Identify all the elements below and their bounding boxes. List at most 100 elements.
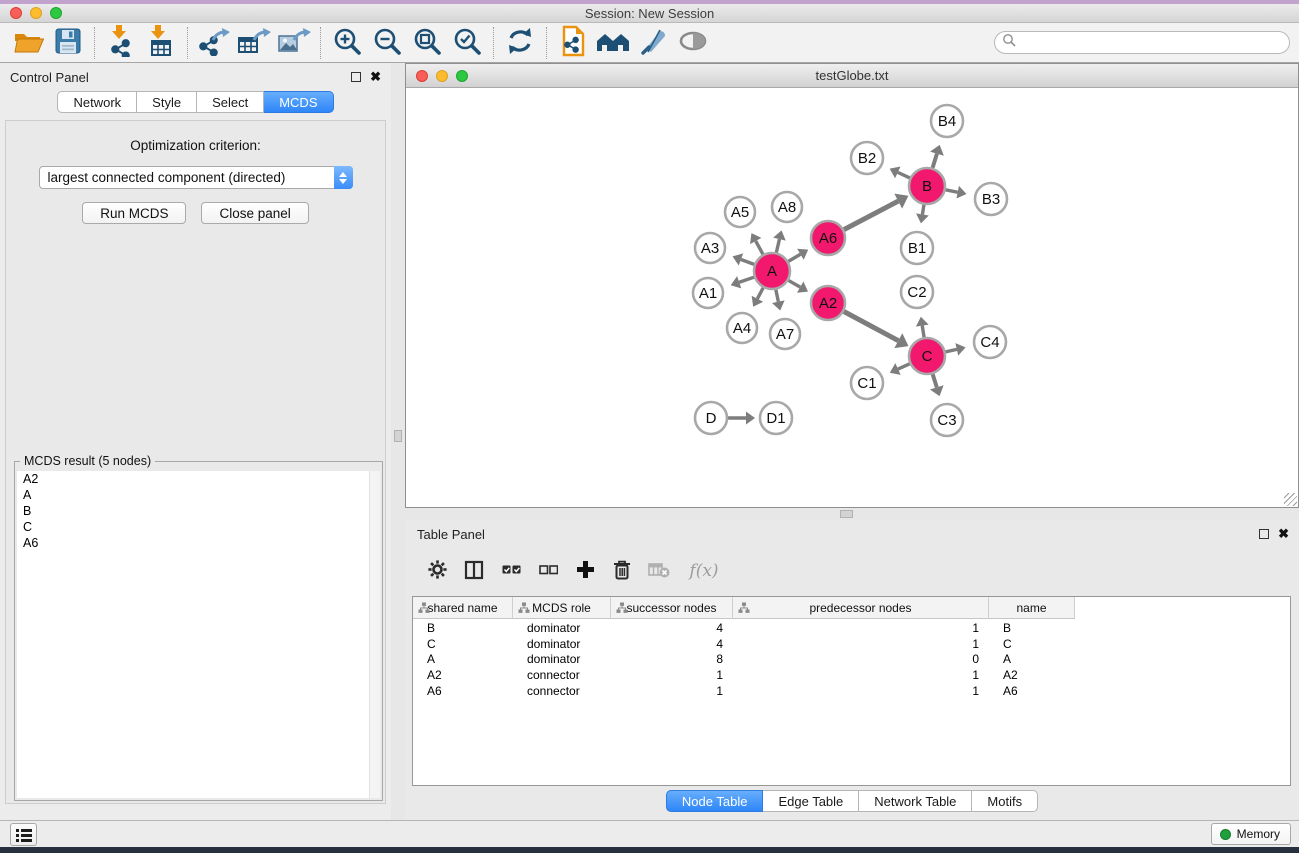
edge-B-B2[interactable]	[890, 167, 910, 179]
run-mcds-button[interactable]: Run MCDS	[82, 202, 186, 224]
tab-node-table[interactable]: Node Table	[666, 790, 764, 812]
edge-C-C4[interactable]	[946, 343, 966, 356]
delete-table-button[interactable]	[645, 557, 673, 585]
column-header-successor-nodes[interactable]: successor nodes	[611, 597, 733, 619]
add-column-button[interactable]	[571, 557, 599, 585]
splitter-collapse-handle[interactable]	[840, 510, 853, 518]
node-B2[interactable]: B2	[851, 142, 883, 174]
table-row[interactable]: A6connector11A6	[413, 683, 1290, 699]
first-neighbors-button[interactable]	[593, 25, 633, 61]
edge-A-A7[interactable]	[772, 290, 785, 311]
select-all-button[interactable]	[497, 557, 525, 585]
export-image-button[interactable]	[274, 25, 314, 61]
result-list-item[interactable]: A	[17, 487, 380, 503]
network-canvas[interactable]: B4B2BB3A5A8A6B1A3AC2A1A2A4A7C4CC1C3DD1	[406, 88, 1298, 507]
node-B1[interactable]: B1	[901, 232, 933, 264]
node-D1[interactable]: D1	[760, 402, 792, 434]
zoom-in-button[interactable]	[327, 25, 367, 61]
resize-grip-icon[interactable]	[1284, 493, 1297, 506]
edge-A-A5[interactable]	[750, 233, 763, 254]
zoom-fit-button[interactable]	[407, 25, 447, 61]
vertical-splitter[interactable]	[391, 63, 405, 820]
mcds-result-list[interactable]: A2ABCA6	[17, 471, 380, 798]
zoom-selected-button[interactable]	[447, 25, 487, 61]
close-panel-icon[interactable]: ✖	[1278, 529, 1289, 539]
result-list-item[interactable]: A6	[17, 535, 380, 551]
tab-motifs[interactable]: Motifs	[972, 790, 1038, 812]
edge-C-C2[interactable]	[916, 317, 929, 338]
toggle-graphics-details-button[interactable]	[633, 25, 673, 61]
edge-A2-C[interactable]	[844, 311, 909, 348]
column-header-MCDS-role[interactable]: MCDS role	[513, 597, 611, 619]
node-B[interactable]: B	[909, 168, 945, 204]
edge-D-D1[interactable]	[728, 412, 755, 425]
zoom-out-button[interactable]	[367, 25, 407, 61]
function-builder-button[interactable]: f(x)	[682, 557, 726, 585]
table-row[interactable]: Bdominator41B	[413, 620, 1290, 636]
node-C3[interactable]: C3	[931, 404, 963, 436]
float-panel-icon[interactable]	[351, 72, 361, 82]
search-input[interactable]	[1017, 34, 1289, 52]
node-A3[interactable]: A3	[695, 233, 725, 263]
node-table[interactable]: shared nameMCDS rolesuccessor nodesprede…	[412, 596, 1291, 786]
edge-B-B1[interactable]	[916, 205, 929, 224]
node-A4[interactable]: A4	[727, 313, 757, 343]
node-C1[interactable]: C1	[851, 367, 883, 399]
edge-A-A4[interactable]	[752, 288, 763, 307]
show-hide-panels-button[interactable]	[673, 25, 713, 61]
tab-network[interactable]: Network	[57, 91, 137, 113]
node-C[interactable]: C	[909, 338, 945, 374]
save-session-button[interactable]	[48, 25, 88, 61]
new-network-from-selection-button[interactable]	[553, 25, 593, 61]
node-A6[interactable]: A6	[811, 221, 845, 255]
tab-edge-table[interactable]: Edge Table	[763, 790, 859, 812]
deselect-all-button[interactable]	[534, 557, 562, 585]
close-panel-button[interactable]: Close panel	[201, 202, 308, 224]
tab-style[interactable]: Style	[137, 91, 197, 113]
tab-mcds[interactable]: MCDS	[264, 91, 333, 113]
result-list-item[interactable]: A2	[17, 471, 380, 487]
node-A5[interactable]: A5	[725, 197, 755, 227]
import-table-button[interactable]	[141, 25, 181, 61]
table-row[interactable]: Adominator80A	[413, 652, 1290, 668]
result-list-item[interactable]: C	[17, 519, 380, 535]
edge-A-A3[interactable]	[733, 253, 755, 265]
criterion-select[interactable]: largest connected component (directed)	[39, 166, 353, 189]
edge-C-C1[interactable]	[890, 363, 910, 375]
task-history-button[interactable]	[10, 823, 37, 846]
node-A[interactable]: A	[754, 253, 790, 289]
horizontal-splitter[interactable]	[405, 508, 1299, 520]
open-session-button[interactable]	[8, 25, 48, 61]
column-header-shared-name[interactable]: shared name	[413, 597, 513, 619]
export-network-button[interactable]	[194, 25, 234, 61]
node-D[interactable]: D	[695, 402, 727, 434]
tab-network-table[interactable]: Network Table	[859, 790, 972, 812]
import-network-button[interactable]	[101, 25, 141, 61]
edge-A-A1[interactable]	[731, 276, 754, 288]
memory-button[interactable]: Memory	[1211, 823, 1291, 845]
tab-select[interactable]: Select	[197, 91, 264, 113]
edge-A-A6[interactable]	[788, 249, 808, 262]
node-A7[interactable]: A7	[770, 319, 800, 349]
node-A1[interactable]: A1	[693, 278, 723, 308]
delete-column-button[interactable]	[608, 557, 636, 585]
refresh-layout-button[interactable]	[500, 25, 540, 61]
node-C4[interactable]: C4	[974, 326, 1006, 358]
result-list-scrollbar[interactable]	[369, 471, 380, 798]
edge-A6-B[interactable]	[844, 194, 908, 230]
export-table-button[interactable]	[234, 25, 274, 61]
edge-A-A8[interactable]	[773, 230, 786, 252]
column-header-name[interactable]: name	[989, 597, 1075, 619]
column-header-predecessor-nodes[interactable]: predecessor nodes	[733, 597, 989, 619]
edge-A-A2[interactable]	[788, 280, 808, 292]
node-A8[interactable]: A8	[772, 192, 802, 222]
search-field[interactable]	[994, 31, 1290, 54]
node-A2[interactable]: A2	[811, 286, 845, 320]
edge-B-B3[interactable]	[946, 186, 967, 199]
splitter-collapse-handle[interactable]	[394, 430, 402, 442]
table-row[interactable]: Cdominator41C	[413, 636, 1290, 652]
node-B4[interactable]: B4	[931, 105, 963, 137]
edge-C-C3[interactable]	[930, 374, 944, 396]
table-row[interactable]: A2connector11A2	[413, 667, 1290, 683]
edge-B-B4[interactable]	[930, 145, 944, 168]
